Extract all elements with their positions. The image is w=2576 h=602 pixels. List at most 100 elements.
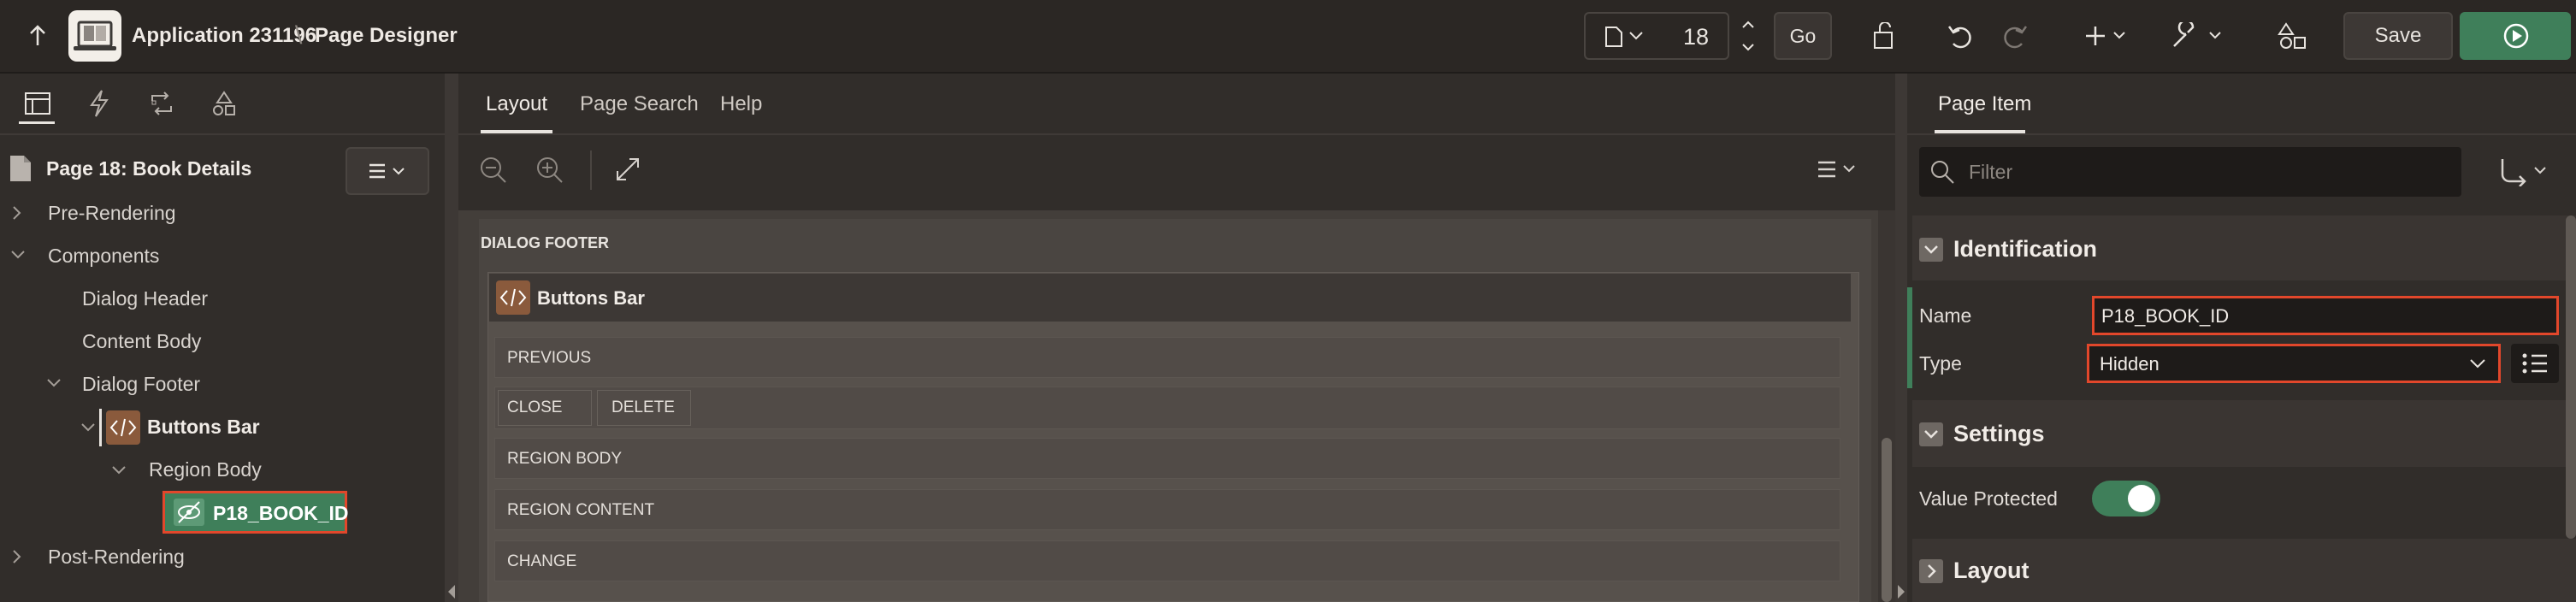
name-field[interactable]: P18_BOOK_ID [2092,296,2559,335]
page-number-value[interactable]: 18 [1683,24,1709,50]
tree-item-dialog-footer[interactable]: Dialog Footer [82,373,200,396]
right-splitter[interactable] [1895,74,1907,602]
page-lock-icon[interactable] [1868,19,1902,53]
value-protected-label: Value Protected [1919,487,2058,510]
tree-item-selected-label: P18_BOOK_ID [213,502,349,524]
tab-layout[interactable]: Layout [486,92,547,116]
shared-components-tab-icon[interactable] [210,91,238,116]
tab-page-search[interactable]: Page Search [580,92,699,116]
tree-item-dialog-header[interactable]: Dialog Header [82,287,208,310]
page-designer-title: Page Designer [315,24,458,47]
page-icon [9,154,32,183]
scrollbar-thumb[interactable] [1882,438,1892,602]
zoom-out-icon[interactable] [479,156,508,185]
position-delete[interactable]: DELETE [597,390,691,426]
page-number-stepper[interactable] [1731,12,1765,60]
go-button[interactable]: Go [1774,12,1832,60]
section-title: Layout [1953,558,2029,583]
property-scrollbar[interactable] [2566,215,2576,539]
tree-item-pre-rendering[interactable]: Pre-Rendering [48,202,176,225]
position-previous[interactable]: PREVIOUS [494,337,1840,378]
divider [0,133,445,135]
active-tab-indicator [19,121,55,124]
divider [458,133,1895,135]
page-heading[interactable]: Page 18: Book Details [46,157,251,180]
tree-menu-button[interactable] [346,147,429,195]
name-field-value: P18_BOOK_ID [2101,305,2230,327]
type-label: Type [1919,352,1962,375]
region-header[interactable] [489,274,1851,322]
tree-item-components[interactable]: Components [48,245,159,268]
section-header-layout[interactable]: Layout [1912,539,2576,602]
code-icon [106,410,140,445]
section-header-settings[interactable]: Settings [1912,400,2576,467]
position-change[interactable]: CHANGE [494,540,1840,581]
create-menu-icon[interactable] [2083,19,2135,53]
search-icon [1929,159,1955,185]
tree-item-region-body[interactable]: Region Body [149,458,262,481]
chevron-right-icon[interactable] [12,549,22,564]
filter-placeholder: Filter [1969,161,2013,183]
utilities-wrench-icon[interactable] [2171,19,2230,53]
chevron-down-icon[interactable] [80,422,96,433]
expand-icon[interactable] [614,156,641,183]
tab-help[interactable]: Help [720,92,762,116]
breadcrumb-separator: \ [295,21,303,50]
hidden-item-icon [174,499,204,526]
tree-item-post-rendering[interactable]: Post-Rendering [48,546,185,569]
app-icon[interactable] [68,10,121,62]
layout-menu-icon[interactable] [1815,159,1863,180]
filter-input[interactable]: Filter [1919,147,2461,197]
shared-components-icon[interactable] [2275,19,2309,53]
chevron-down-icon[interactable] [10,250,26,260]
chevron-right-icon [1919,559,1943,583]
chevron-right-icon[interactable] [12,205,22,221]
divider [590,150,592,190]
section-header-identification[interactable]: Identification [1912,215,2576,280]
page-icon [1604,26,1623,48]
divider [1907,133,2576,135]
tree-item-content-body[interactable]: Content Body [82,330,201,353]
chevron-down-icon [2469,358,2486,370]
position-close-delete[interactable] [494,387,1840,429]
position-label: CHANGE [507,552,577,570]
up-arrow-icon[interactable] [21,19,55,53]
value-protected-toggle[interactable] [2092,481,2160,516]
processing-tab-icon[interactable] [147,91,176,116]
left-splitter[interactable] [445,74,458,602]
tree-item-buttons-bar[interactable]: Buttons Bar [147,416,260,439]
tree-item-selected[interactable]: P18_BOOK_ID [162,491,349,534]
position-region-content[interactable]: REGION CONTENT [494,489,1840,530]
app-title[interactable]: Application 231196 [132,0,316,72]
chevron-down-icon[interactable] [111,465,127,475]
position-close[interactable]: CLOSE [498,390,592,426]
position-region-body[interactable]: REGION BODY [494,438,1840,479]
type-select[interactable]: Hidden [2087,344,2501,383]
save-button[interactable]: Save [2343,12,2453,60]
rendering-tab-icon[interactable] [24,91,51,116]
tab-page-item[interactable]: Page Item [1938,92,2031,116]
list-icon[interactable] [2511,344,2559,383]
play-icon [2502,22,2530,50]
chevron-down-icon [1628,31,1644,41]
section-title: Settings [1953,421,2045,446]
code-icon [496,280,530,315]
section-label: DIALOG FOOTER [481,234,609,251]
name-label: Name [1919,304,1972,327]
position-label: REGION CONTENT [507,501,655,519]
position-label: DELETE [612,398,675,416]
position-label: REGION BODY [507,450,623,468]
toggle-knob [2128,485,2155,512]
dynamic-actions-tab-icon[interactable] [87,89,111,118]
redo-icon[interactable] [1998,19,2032,53]
type-select-value: Hidden [2100,353,2159,375]
position-label: PREVIOUS [507,349,592,367]
go-to-group-icon[interactable] [2499,157,2552,186]
chevron-down-icon [1919,238,1943,262]
chevron-down-icon[interactable] [46,378,62,388]
page-number-selector[interactable]: 18 [1584,12,1729,60]
zoom-in-icon[interactable] [535,156,564,185]
run-page-button[interactable] [2460,12,2571,60]
undo-icon[interactable] [1943,19,1977,53]
tree-marker [99,409,102,446]
